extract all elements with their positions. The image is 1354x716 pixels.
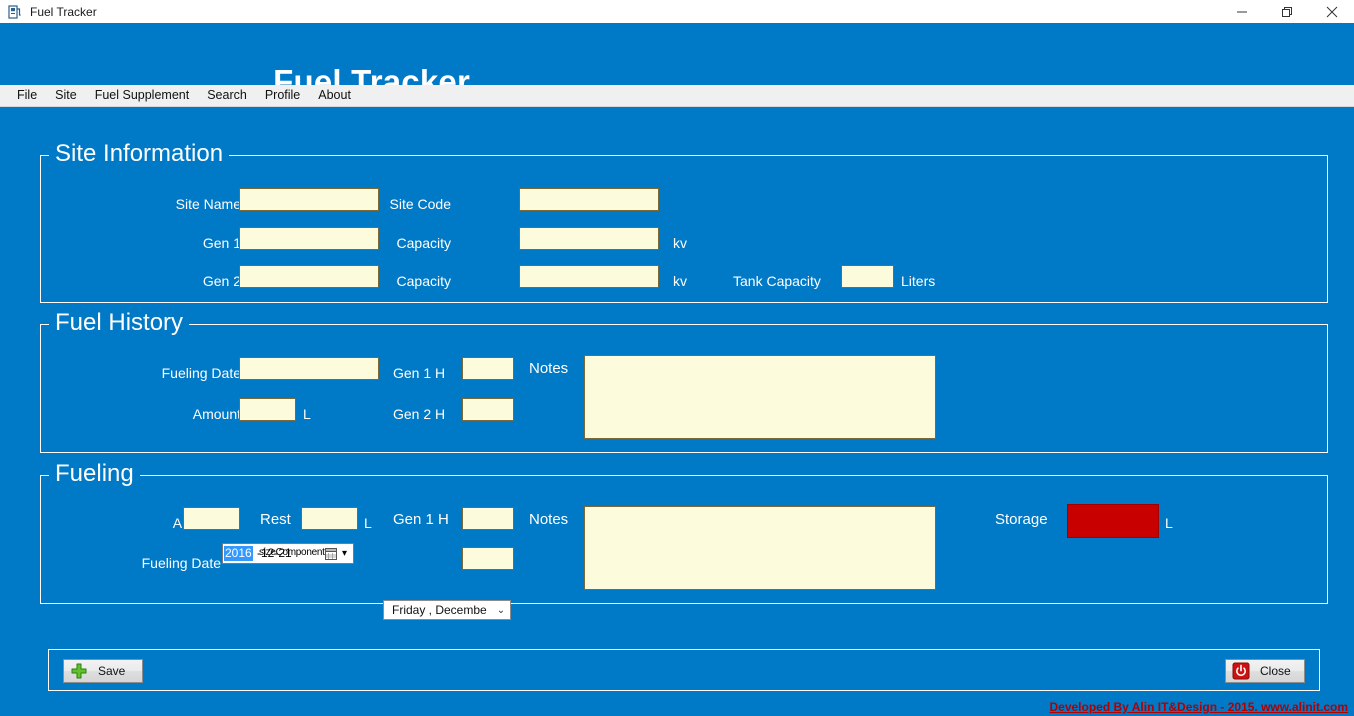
red-power-icon (1232, 662, 1250, 680)
calendar-icon[interactable] (325, 547, 337, 560)
group-fueling: Fueling Amount Rest L Gen 1 H Notes Stor… (40, 460, 1328, 604)
window-title: Fuel Tracker (30, 4, 97, 19)
tank-capacity-label: Tank Capacity (733, 273, 821, 289)
minimize-icon[interactable] (1219, 0, 1264, 23)
site-code-label: Site Code (389, 196, 451, 212)
chevron-down-icon[interactable]: ⌄ (492, 605, 510, 616)
spinner-updown-icon[interactable]: ▾ (338, 546, 351, 561)
site-code-input[interactable] (519, 188, 659, 211)
capacity1-unit: kv (673, 235, 687, 251)
fueling-date-label: Fueling Date (141, 555, 221, 571)
fueling-rest-unit: L (364, 515, 372, 531)
tank-capacity-input[interactable] (841, 265, 894, 288)
fueling-notes-label: Notes (529, 511, 569, 528)
fueling-date-combo[interactable]: Friday , Decembe ⌄ (383, 600, 511, 620)
app-window: Fuel Tracker Fuel Tracker File Site Fuel… (0, 0, 1354, 716)
save-button-label: Save (98, 664, 126, 678)
history-fueling-date-label: Fueling Date (161, 365, 241, 381)
fueling-rest-input[interactable] (301, 507, 358, 530)
fueling-amount-input[interactable] (183, 507, 240, 530)
maximize-icon[interactable] (1264, 0, 1309, 23)
fueling-storage-label: Storage (995, 511, 1048, 528)
site-name-label: Site Name (175, 196, 241, 212)
capacity2-label: Capacity (396, 273, 451, 289)
gen2-label: Gen 2 (202, 273, 241, 289)
capacity2-unit: kv (673, 273, 687, 289)
group-fuel-history-title: Fuel History (49, 309, 190, 337)
fuel-pump-icon (7, 4, 23, 20)
menu-item-file[interactable]: File (8, 87, 46, 104)
menu-item-about[interactable]: About (309, 87, 360, 104)
history-amount-label: Amount (192, 406, 241, 422)
developer-credit-link[interactable]: Developed By Alin IT&Design - 2015. www.… (1049, 700, 1348, 714)
fueling-storage-input[interactable] (1067, 504, 1159, 538)
history-amount-unit: L (303, 406, 311, 422)
capacity1-input[interactable] (519, 227, 659, 250)
tank-capacity-unit: Liters (901, 273, 936, 289)
history-gen1h-label: Gen 1 H (393, 365, 446, 381)
group-fuel-history: Fuel History Fueling Date Gen 1 H Notes … (40, 309, 1328, 453)
button-bar: Save Close (48, 649, 1320, 691)
form-client-area: Site Information Site Name Site Code Gen… (8, 115, 1346, 708)
fueling-date-picker[interactable]: 2016 -12-21 sizeComponent ▾ (222, 543, 354, 564)
fueling-date-combo-value: Friday , Decembe (392, 603, 487, 617)
fueling-gen1h-input[interactable] (462, 507, 514, 530)
fueling-storage-unit: L (1165, 515, 1173, 531)
header-banner: Fuel Tracker (0, 23, 1354, 100)
history-amount-input[interactable] (239, 398, 296, 421)
save-button[interactable]: Save (63, 659, 143, 683)
menu-item-search[interactable]: Search (198, 87, 256, 104)
capacity1-label: Capacity (396, 235, 451, 251)
date-selected-segment[interactable]: 2016 (224, 546, 253, 561)
fueling-notes-textarea[interactable] (584, 506, 936, 590)
group-site-information-title: Site Information (49, 140, 230, 168)
menu-item-profile[interactable]: Profile (256, 87, 309, 104)
fueling-rest-label: Rest (260, 511, 291, 528)
fueling-gen2h-input[interactable] (462, 547, 514, 570)
menu-bar: File Site Fuel Supplement Search Profile… (0, 85, 1354, 107)
date-overlap-artifact-text: sizeComponent (259, 547, 325, 558)
group-fueling-title: Fueling (49, 460, 140, 488)
close-button[interactable]: Close (1225, 659, 1305, 683)
history-gen2h-label: Gen 2 H (393, 406, 446, 422)
fueling-gen1h-label: Gen 1 H (393, 511, 449, 528)
close-icon[interactable] (1309, 0, 1354, 23)
history-notes-textarea[interactable] (584, 355, 936, 439)
history-gen1h-input[interactable] (462, 357, 514, 380)
gen1-label: Gen 1 (202, 235, 241, 251)
title-bar: Fuel Tracker (0, 0, 1354, 24)
menu-item-fuel-supplement[interactable]: Fuel Supplement (86, 87, 199, 104)
history-notes-label: Notes (529, 360, 569, 377)
menu-item-site[interactable]: Site (46, 87, 86, 104)
history-gen2h-input[interactable] (462, 398, 514, 421)
green-plus-icon (70, 662, 88, 680)
capacity2-input[interactable] (519, 265, 659, 288)
close-button-label: Close (1260, 664, 1291, 678)
group-site-information: Site Information Site Name Site Code Gen… (40, 140, 1328, 303)
history-fueling-date-input[interactable] (239, 357, 379, 380)
